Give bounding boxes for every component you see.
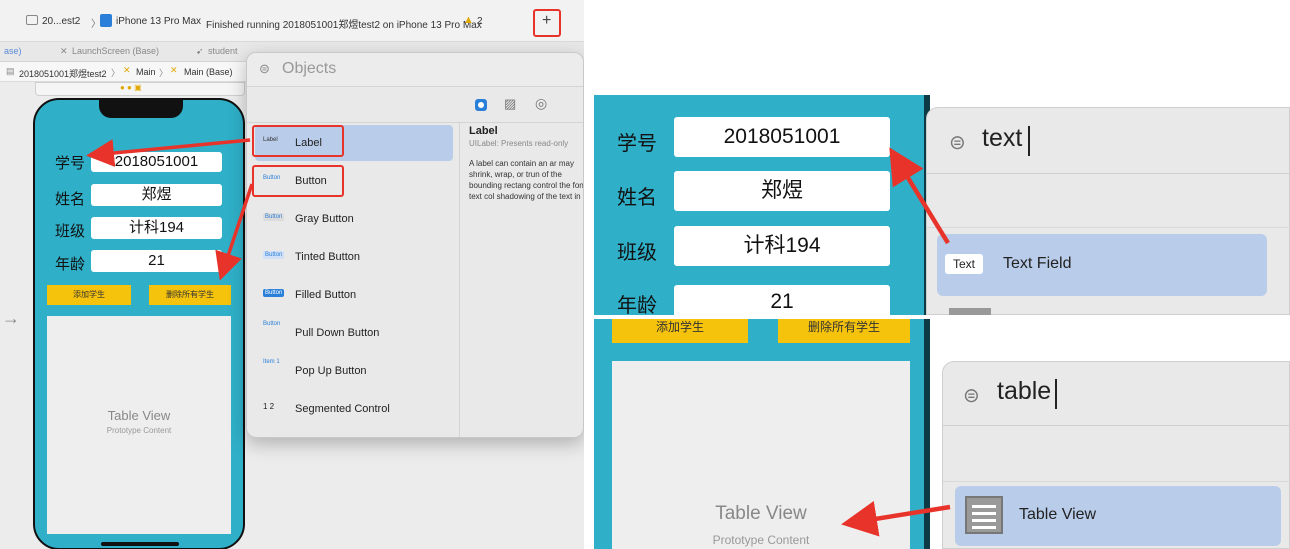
annotation-arrow <box>215 183 254 281</box>
zoom-table-search: 添加学生 删除所有学生 Table View Prototype Content… <box>594 319 1290 549</box>
xcode-window: 20...est2 〉 iPhone 13 Pro Max Finished r… <box>0 0 584 549</box>
annotation-arrows <box>841 500 951 537</box>
annotation-arrow <box>86 138 251 167</box>
annotation-arrows <box>889 147 950 245</box>
annotation-arrow <box>841 500 951 537</box>
annotation-arrow <box>889 147 950 245</box>
annotation-arrows <box>86 138 254 281</box>
zoom-text-search: 学号 2018051001 姓名 郑煜 班级 计科194 年龄 21 ⊜ tex… <box>594 95 1290 315</box>
